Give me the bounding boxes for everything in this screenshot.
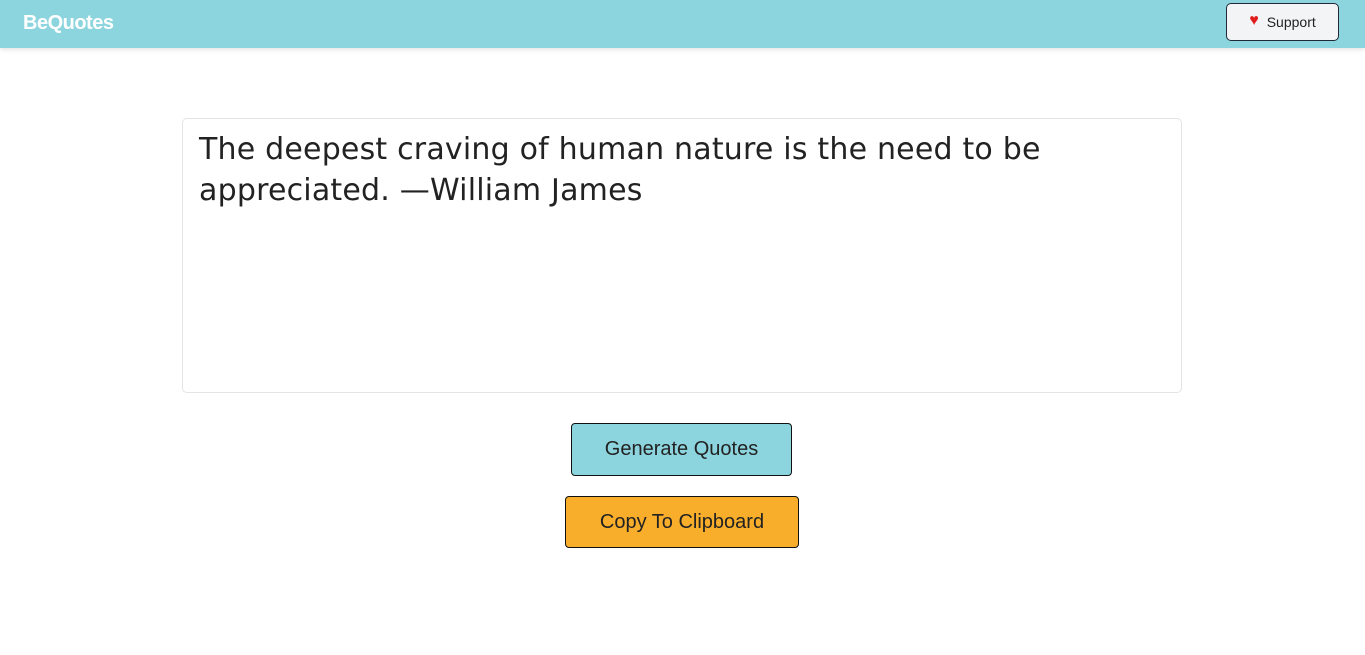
heart-icon: ♥ xyxy=(1249,12,1259,29)
support-button[interactable]: ♥ Support xyxy=(1226,3,1339,41)
generate-quotes-button[interactable]: Generate Quotes xyxy=(571,423,792,476)
brand-logo[interactable]: BeQuotes xyxy=(23,11,114,35)
copy-to-clipboard-button[interactable]: Copy To Clipboard xyxy=(565,496,799,548)
quote-textarea[interactable]: The deepest craving of human nature is t… xyxy=(182,118,1182,393)
support-button-label: Support xyxy=(1266,14,1316,30)
top-navbar: BeQuotes ♥ Support xyxy=(0,0,1365,48)
